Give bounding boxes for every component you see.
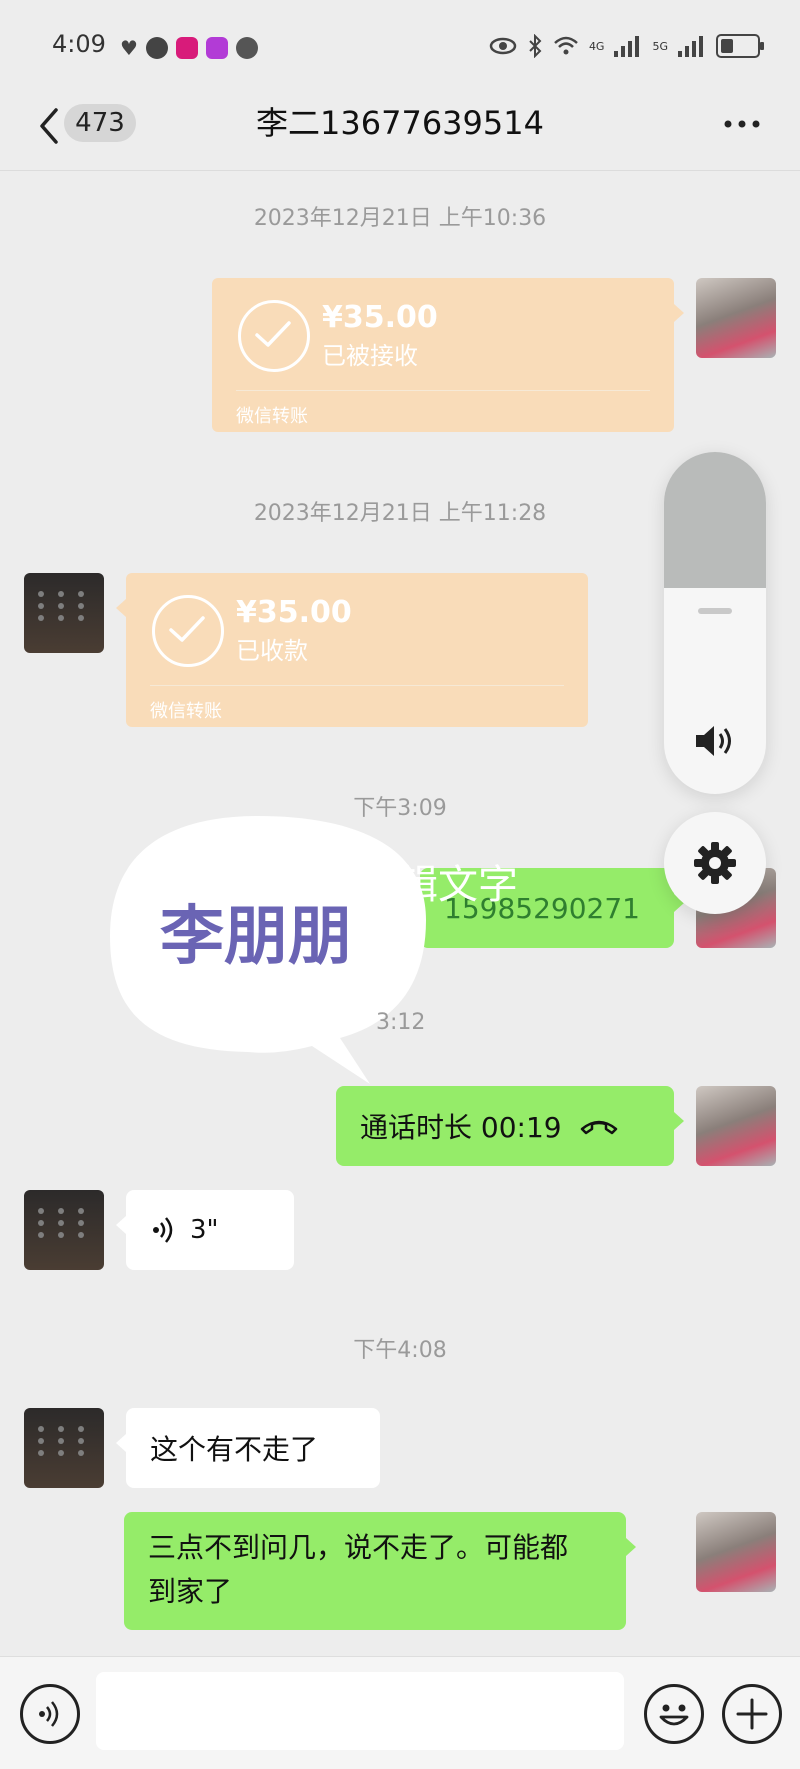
message-text-line2: 到家了 [148,1575,233,1608]
notification-icons: ♥ [120,36,258,60]
message-text: 这个有不走了 [150,1433,319,1466]
battery-level [721,39,733,53]
message-input[interactable] [96,1672,624,1750]
emoji-icon [659,1704,689,1726]
app-notification-icon [175,37,198,59]
avatar-me[interactable] [696,1512,776,1592]
timestamp: 2023年12月21日 上午10:36 [253,206,547,231]
eye-icon [489,37,517,55]
keypad-icon [38,1426,90,1456]
transfer-footer: 微信转账 [150,701,222,722]
check-icon [152,595,224,667]
text-message-received[interactable]: 这个有不走了 [116,1408,380,1488]
system-status: 4G 5G [489,34,764,58]
network-5g-label: 5G [652,39,668,53]
heart-icon: ♥ [120,36,138,60]
emoji-button[interactable] [644,1684,704,1744]
volume-settings-button[interactable] [664,812,766,914]
text-message-sent[interactable]: 三点不到问几，说不走了。可能都 到家了 [124,1512,636,1630]
battery-icon [716,34,764,58]
transfer-divider [236,390,650,391]
transfer-card-received[interactable]: ¥35.00 已收款 微信转账 [116,573,588,727]
status-time: 4:09 [52,30,106,58]
chat-notification-icon [145,37,168,59]
voice-duration: 3" [190,1215,219,1245]
transfer-amount: ¥35.00 [322,300,438,335]
call-duration-message[interactable]: 通话时长 00:19 [336,1086,684,1166]
transfer-status: 已收款 [236,637,308,665]
volume-track-empty [664,452,766,588]
avatar-contact[interactable] [24,1408,104,1488]
phone-hangup-icon [580,1120,617,1135]
more-icon[interactable] [722,110,762,138]
voice-icon [39,1701,59,1727]
keypad-icon [38,591,90,621]
gear-icon [694,842,736,884]
transfer-divider [150,685,564,686]
audio-app-icon [235,37,258,59]
check-icon [238,300,310,372]
volume-handle[interactable] [698,608,732,614]
transfer-card-sent[interactable]: ¥35.00 已被接收 微信转账 [212,278,684,432]
transfer-footer: 微信转账 [236,406,308,427]
plus-icon [736,1698,768,1730]
avatar-contact[interactable] [24,573,104,653]
app-notification-icon-2 [205,37,228,59]
chat-title: 李二13677639514 [256,104,544,142]
avatar-me[interactable] [696,278,776,358]
plus-button[interactable] [722,1684,782,1744]
volume-icon [696,726,731,756]
bluetooth-icon [529,34,542,58]
wifi-icon [554,36,578,55]
volume-slider[interactable] [664,452,766,794]
transfer-amount: ¥35.00 [236,595,352,630]
avatar-me[interactable] [696,1086,776,1166]
timestamp: 下午4:08 [353,1338,447,1363]
nav-divider [0,170,800,171]
sticker-text: 李朋朋 [160,900,352,974]
transfer-status: 已被接收 [322,342,418,370]
signal-icon [614,35,642,57]
avatar-contact[interactable] [24,1190,104,1270]
voice-message[interactable]: 3" [116,1190,294,1270]
message-text-line1: 三点不到问几，说不走了。可能都 [148,1531,569,1564]
network-4g-label: 4G [588,39,605,53]
voice-icon [153,1217,173,1243]
call-duration-text: 通话时长 00:19 [360,1111,562,1144]
timestamp: 3:12 [376,1010,426,1035]
keypad-icon [38,1208,90,1238]
signal-icon-2 [678,35,706,57]
voice-input-button[interactable] [20,1684,80,1744]
